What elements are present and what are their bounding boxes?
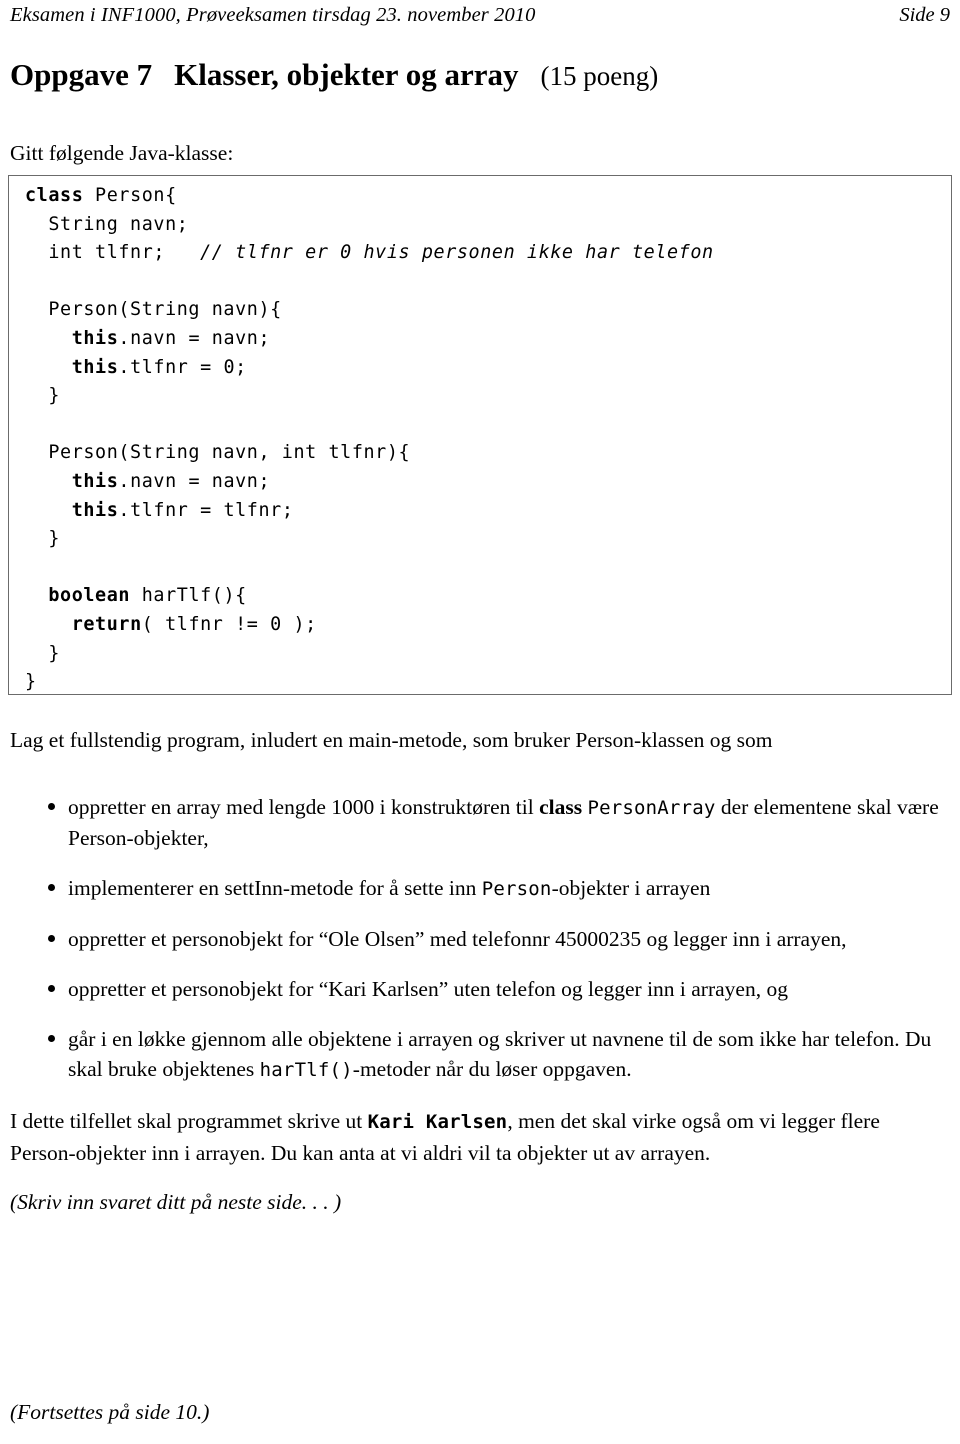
code-line: int tlfnr; // tlfnr er 0 hvis personen i… [25, 242, 714, 264]
running-header-left: Eksamen i INF1000, Prøveeksamen tirsdag … [10, 4, 536, 26]
bullet-ole-olsen: oppretter et personobjekt for “Ole Olsen… [68, 924, 950, 954]
bullet-settinn: implementerer en settInn-metode for å se… [68, 873, 950, 904]
list-item: oppretter en array med lengde 1000 i kon… [10, 792, 950, 853]
bullet-text: implementerer en settInn-metode for å se… [68, 876, 482, 900]
exam-page: Eksamen i INF1000, Prøveeksamen tirsdag … [0, 0, 960, 1444]
bullet-kari-karlsen: oppretter et personobjekt for “Kari Karl… [68, 974, 950, 1004]
code-line: this.navn = navn; [71, 470, 271, 492]
requirements-list: oppretter en array med lengde 1000 i kon… [10, 792, 950, 1085]
code-line: boolean harTlf(){ [48, 585, 247, 607]
bullet-text: oppretter en array med lengde 1000 i kon… [68, 795, 540, 819]
bullet-icon [48, 884, 55, 891]
bullet-icon [48, 1035, 55, 1042]
code-keyword: this [71, 356, 119, 378]
code-keyword: this [71, 327, 119, 349]
list-item: oppretter et personobjekt for “Kari Karl… [10, 974, 950, 1004]
code-keyword: this [71, 470, 119, 492]
code-line: this.tlfnr = tlfnr; [71, 499, 294, 521]
answer-note: (Skriv inn svaret ditt på neste side. . … [10, 1190, 342, 1214]
bullet-text: -metoder når du løser oppgaven. [352, 1057, 632, 1081]
list-item: implementerer en settInn-metode for å se… [10, 873, 950, 904]
code-keyword: class [25, 185, 84, 206]
code-line: Person(String navn, int tlfnr){ [25, 442, 411, 464]
intro-line: Gitt følgende Java-klasse: [10, 141, 234, 165]
code-comment: // tlfnr er 0 hvis personen ikke har tel… [200, 242, 714, 264]
running-header: Eksamen i INF1000, Prøveeksamen tirsdag … [10, 2, 950, 28]
section-heading: Klasser, objekter og array [174, 57, 519, 92]
lead-paragraph: Lag et fullstendig program, inludert en … [10, 728, 773, 752]
page-title: Oppgave 7 Klasser, objekter og array (15 p… [10, 56, 950, 95]
bullet-emphasis: PersonArray [587, 797, 716, 819]
code-line: Person(String navn){ [25, 299, 282, 321]
bullet-icon [48, 935, 55, 942]
code-line: this.tlfnr = 0; [71, 356, 247, 378]
code-line: } [25, 671, 37, 693]
code-line: } [25, 528, 61, 550]
code-line: return( tlfnr != 0 ); [71, 613, 317, 635]
bullet-emphasis: class [539, 795, 583, 819]
bullet-array-konstruktor: oppretter en array med lengde 1000 i kon… [68, 792, 950, 853]
code-keyword: this [71, 499, 119, 521]
bullet-icon [48, 985, 55, 992]
section-number: Oppgave 7 [10, 57, 153, 92]
bullet-text: oppretter et personobjekt for “Kari Karl… [68, 977, 788, 1001]
code-block: class Person{ String navn; int tlfnr; //… [8, 175, 952, 695]
bullet-text: oppretter et personobjekt for “Ole Olsen… [68, 927, 847, 951]
list-item: oppretter et personobjekt for “Ole Olsen… [10, 924, 950, 954]
bullet-emphasis: harTlf() [259, 1059, 353, 1081]
closing-emphasis: Kari Karlsen [367, 1111, 508, 1133]
bullet-icon [48, 803, 55, 810]
section-points: (15 poeng) [540, 61, 659, 91]
code-keyword: return [71, 613, 142, 635]
code-keyword: boolean [48, 585, 131, 607]
code-listing: class Person{ String navn; int tlfnr; //… [9, 176, 951, 697]
bullet-text: -objekter i arrayen [551, 876, 711, 900]
code-line: String navn; [25, 213, 189, 235]
code-line: } [25, 642, 61, 664]
page-footer: (Fortsettes på side 10.) [10, 1400, 210, 1424]
list-item: går i en løkke gjennom alle objektene i … [10, 1024, 950, 1085]
bullet-lokke: går i en løkke gjennom alle objektene i … [68, 1024, 950, 1085]
code-line: } [25, 385, 61, 407]
closing-text: I dette tilfellet skal programmet skrive… [10, 1109, 368, 1133]
code-line: this.navn = navn; [71, 327, 271, 349]
running-header-page-number: Side 9 [899, 4, 950, 26]
bullet-emphasis: Person [481, 878, 552, 900]
closing-paragraph: I dette tilfellet skal programmet skrive… [10, 1106, 950, 1169]
code-line: class Person{ [25, 185, 177, 206]
